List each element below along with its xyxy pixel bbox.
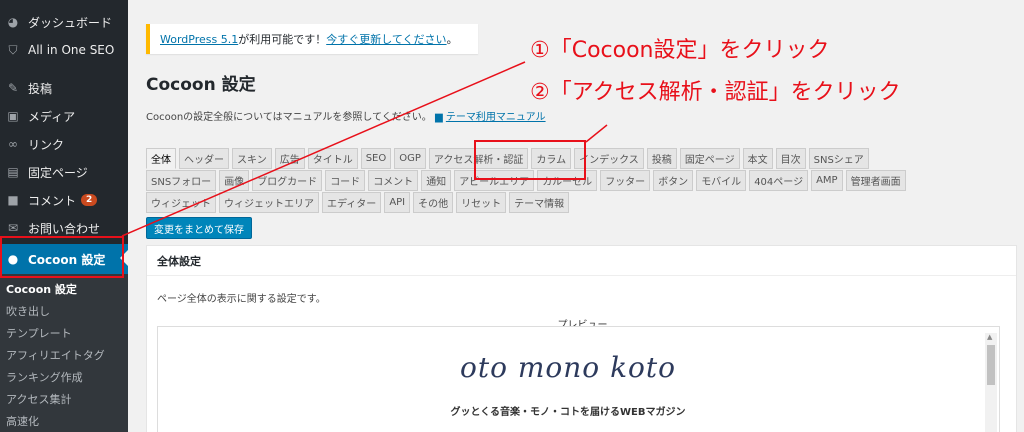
tab-row1-10[interactable]: 投稿 bbox=[646, 148, 677, 169]
tab-row1-4[interactable]: タイトル bbox=[307, 148, 358, 169]
sidebar-item-comments[interactable]: ■ コメント 2 bbox=[0, 186, 128, 214]
preview-frame[interactable]: oto mono koto グッとくる音楽・モノ・コトを届けるWEBマガジン ▲ bbox=[157, 326, 1000, 432]
submenu-item-speech-balloon[interactable]: 吹き出し bbox=[0, 300, 128, 322]
scroll-up-icon[interactable]: ▲ bbox=[987, 333, 992, 341]
tab-row3-4[interactable]: その他 bbox=[413, 192, 454, 213]
submenu-item-access-stats[interactable]: アクセス集計 bbox=[0, 388, 128, 410]
sidebar-item-label: All in One SEO bbox=[28, 43, 115, 57]
notice-text: が利用可能です！ bbox=[238, 33, 327, 46]
highlight-cocoon-settings bbox=[0, 236, 124, 278]
scroll-thumb[interactable] bbox=[987, 345, 995, 385]
page-description: Cocoonの設定全般についてはマニュアルを参照してください。 ▆ テーマ利用マ… bbox=[146, 108, 546, 123]
tab-row3-2[interactable]: エディター bbox=[322, 192, 382, 213]
sidebar-item-dashboard[interactable]: ◕ ダッシュボード bbox=[0, 8, 128, 36]
sidebar-item-label: ダッシュボード bbox=[28, 15, 113, 30]
comment-count-badge: 2 bbox=[81, 194, 98, 206]
tab-row1-14[interactable]: SNSシェア bbox=[808, 148, 869, 169]
tab-row3-3[interactable]: API bbox=[384, 192, 411, 213]
sidebar-item-label: お問い合わせ bbox=[28, 221, 101, 236]
panel-title: 全体設定 bbox=[147, 246, 1016, 276]
submenu-item-speedup[interactable]: 高速化 bbox=[0, 410, 128, 432]
link-icon: ∞ bbox=[8, 137, 18, 151]
sidebar-item-media[interactable]: ▣ メディア bbox=[0, 102, 128, 130]
sidebar-item-pages[interactable]: ▤ 固定ページ bbox=[0, 158, 128, 186]
sidebar-item-links[interactable]: ∞ リンク bbox=[0, 130, 128, 158]
sidebar-item-all-in-one-seo[interactable]: ⛉ All in One SEO bbox=[0, 36, 128, 64]
update-now-link[interactable]: 今すぐ更新してください bbox=[326, 31, 446, 47]
general-settings-panel: 全体設定 ページ全体の表示に関する設定です。 プレビュー oto mono ko… bbox=[146, 245, 1017, 432]
annotation-arrow-line-2 bbox=[585, 124, 608, 143]
tab-row1-2[interactable]: スキン bbox=[232, 148, 272, 169]
tab-row1-11[interactable]: 固定ページ bbox=[679, 148, 740, 169]
tab-row2-3[interactable]: コード bbox=[325, 170, 366, 191]
page-title: Cocoon 設定 bbox=[146, 75, 256, 95]
save-all-button[interactable]: 変更をまとめて保存 bbox=[146, 217, 252, 239]
tab-row1-6[interactable]: OGP bbox=[394, 148, 426, 169]
sidebar-item-label: メディア bbox=[28, 109, 76, 124]
site-logo: oto mono koto bbox=[460, 351, 676, 384]
tab-row1-0[interactable]: 全体 bbox=[146, 148, 176, 169]
submenu-item-cocoon-settings[interactable]: Cocoon 設定 bbox=[0, 278, 128, 300]
tab-row2-1[interactable]: 画像 bbox=[219, 170, 250, 191]
submenu-item-template[interactable]: テンプレート bbox=[0, 322, 128, 344]
tab-row2-8[interactable]: フッター bbox=[600, 170, 651, 191]
media-icon: ▣ bbox=[7, 109, 19, 123]
update-notice: WordPress 5.1 が利用可能です！ 今すぐ更新してください 。 bbox=[146, 24, 478, 54]
tab-row1-13[interactable]: 目次 bbox=[775, 148, 806, 169]
submenu-item-affiliate-tag[interactable]: アフィリエイトタグ bbox=[0, 344, 128, 366]
notice-end: 。 bbox=[446, 33, 458, 46]
sidebar-item-label: コメント bbox=[28, 193, 77, 208]
description-text: Cocoonの設定全般についてはマニュアルを参照してください。 bbox=[146, 112, 432, 123]
site-tagline: グッとくる音楽・モノ・コトを届けるWEBマガジン bbox=[450, 407, 686, 418]
tab-row1-12[interactable]: 本文 bbox=[742, 148, 773, 169]
tab-row2-0[interactable]: SNSフォロー bbox=[146, 170, 217, 191]
highlight-access-analysis-tab bbox=[474, 140, 586, 180]
preview-scrollbar[interactable]: ▲ bbox=[985, 333, 997, 432]
annotation-step-2: ②「アクセス解析・認証」をクリック bbox=[530, 80, 901, 105]
comment-icon: ■ bbox=[7, 193, 19, 207]
tab-row1-1[interactable]: ヘッダー bbox=[179, 148, 229, 169]
tab-row2-5[interactable]: 通知 bbox=[421, 170, 452, 191]
tab-row2-12[interactable]: AMP bbox=[811, 170, 843, 191]
cocoon-submenu: Cocoon 設定 吹き出し テンプレート アフィリエイトタグ ランキング作成 … bbox=[0, 274, 128, 432]
admin-sidebar: ◕ ダッシュボード ⛉ All in One SEO ✎ 投稿 ▣ メディア ∞… bbox=[0, 0, 128, 432]
tab-row-3: ウィジェット ウィジェットエリア エディター API その他 リセット テーマ情報 bbox=[146, 192, 572, 213]
tab-row1-5[interactable]: SEO bbox=[360, 148, 392, 169]
tab-row2-10[interactable]: モバイル bbox=[696, 170, 747, 191]
panel-description: ページ全体の表示に関する設定です。 bbox=[157, 294, 326, 305]
tab-row3-6[interactable]: テーマ情報 bbox=[509, 192, 570, 213]
wordpress-version-link[interactable]: WordPress 5.1 bbox=[160, 33, 238, 46]
tab-row2-13[interactable]: 管理者画面 bbox=[845, 170, 906, 191]
dashboard-icon: ◕ bbox=[7, 15, 19, 29]
sidebar-item-label: 投稿 bbox=[28, 81, 53, 96]
pin-icon: ✎ bbox=[7, 81, 19, 95]
tab-row3-1[interactable]: ウィジェットエリア bbox=[219, 192, 319, 213]
tab-row2-2[interactable]: ブログカード bbox=[252, 170, 323, 191]
sidebar-item-posts[interactable]: ✎ 投稿 bbox=[0, 74, 128, 102]
tab-row3-0[interactable]: ウィジェット bbox=[146, 192, 216, 213]
sidebar-item-label: 固定ページ bbox=[28, 165, 88, 180]
shield-icon: ⛉ bbox=[8, 42, 18, 57]
tab-row2-4[interactable]: コメント bbox=[368, 170, 419, 191]
annotation-step-1: ①「Cocoon設定」をクリック bbox=[530, 38, 830, 63]
submenu-item-ranking[interactable]: ランキング作成 bbox=[0, 366, 128, 388]
tab-row2-11[interactable]: 404ページ bbox=[749, 170, 809, 191]
theme-manual-link[interactable]: テーマ利用マニュアル bbox=[446, 112, 546, 123]
tab-row2-9[interactable]: ボタン bbox=[653, 170, 694, 191]
sidebar-item-label: リンク bbox=[28, 137, 65, 152]
book-icon: ▆ bbox=[434, 112, 443, 123]
page-icon: ▤ bbox=[7, 165, 19, 179]
mail-icon: ✉ bbox=[7, 221, 19, 235]
tab-row3-5[interactable]: リセット bbox=[456, 192, 507, 213]
tab-row1-3[interactable]: 広告 bbox=[274, 148, 305, 169]
